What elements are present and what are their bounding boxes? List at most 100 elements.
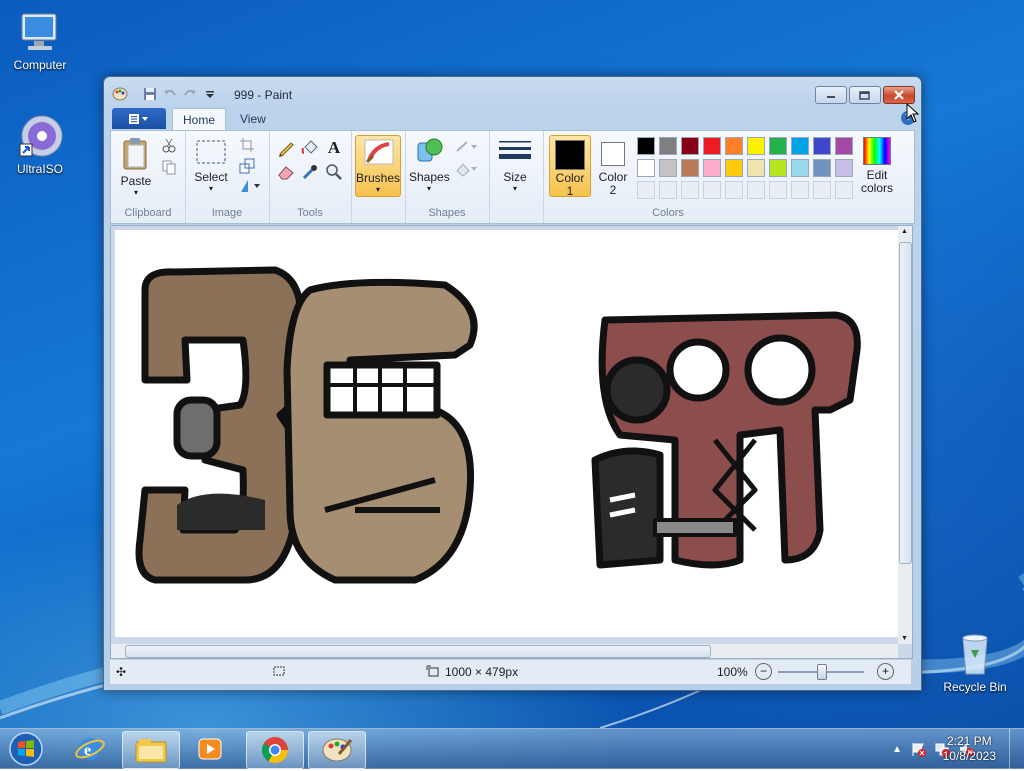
close-button[interactable]	[883, 86, 915, 104]
brushes-button[interactable]: Brushes ▾	[355, 135, 401, 197]
palette-swatch[interactable]	[725, 181, 743, 199]
palette-swatch[interactable]	[791, 137, 809, 155]
color-picker-icon[interactable]	[301, 163, 319, 181]
palette-swatch[interactable]	[769, 137, 787, 155]
desktop-icon-ultraiso[interactable]: UltraISO	[0, 112, 80, 176]
media-player-icon	[198, 738, 222, 760]
zoom-out-button[interactable]: −	[755, 663, 772, 680]
minimize-button[interactable]	[815, 86, 847, 104]
palette-swatch[interactable]	[703, 181, 721, 199]
scroll-down-arrow-icon[interactable]: ▼	[901, 635, 908, 642]
palette-swatch[interactable]	[791, 181, 809, 199]
palette-swatch[interactable]	[703, 137, 721, 155]
cut-icon[interactable]	[161, 137, 179, 155]
show-hidden-icons-icon[interactable]: ▲	[892, 744, 902, 755]
desktop-icon-label: Recycle Bin	[943, 680, 1007, 694]
palette-swatch[interactable]	[769, 181, 787, 199]
palette-swatch[interactable]	[813, 181, 831, 199]
restore-button[interactable]	[849, 86, 881, 104]
paint-menu-icon	[129, 113, 148, 124]
taskbar-media-player[interactable]	[182, 731, 238, 767]
taskbar-internet-explorer[interactable]: e	[62, 731, 118, 767]
text-tool-icon[interactable]: A	[325, 139, 343, 157]
paint-app-icon[interactable]	[112, 86, 128, 102]
selection-size-icon	[272, 665, 286, 680]
zoom-in-button[interactable]: +	[877, 663, 894, 680]
action-center-flag-icon[interactable]	[910, 741, 926, 757]
line-size-icon	[499, 141, 531, 159]
shapes-label: Shapes	[409, 170, 450, 184]
tab-view[interactable]: View	[230, 108, 276, 129]
start-button[interactable]	[4, 730, 50, 768]
color1-number: 1	[566, 184, 574, 198]
crop-icon[interactable]	[239, 137, 257, 155]
palette-swatch[interactable]	[725, 137, 743, 155]
tab-home[interactable]: Home	[172, 108, 227, 130]
palette-swatch[interactable]	[769, 159, 787, 177]
ultraiso-disc-icon	[16, 112, 64, 160]
resize-icon[interactable]	[239, 158, 257, 176]
palette-swatch[interactable]	[835, 159, 853, 177]
palette-swatch[interactable]	[659, 159, 677, 177]
image-dimensions: 1000 × 479px	[445, 665, 519, 679]
edit-colors-button[interactable]: Edit colors	[857, 135, 897, 195]
palette-swatch[interactable]	[681, 137, 699, 155]
taskbar-chrome[interactable]	[246, 731, 304, 769]
fill-icon[interactable]	[455, 161, 477, 179]
outline-icon[interactable]	[455, 139, 477, 157]
color1-button[interactable]: Color 1	[549, 135, 591, 198]
scroll-up-arrow-icon[interactable]: ▲	[901, 228, 908, 235]
desktop-icon-recycle-bin[interactable]: Recycle Bin	[935, 630, 1015, 694]
horizontal-scroll-thumb[interactable]	[125, 645, 711, 658]
eraser-icon[interactable]	[277, 163, 295, 181]
palette-swatch[interactable]	[637, 137, 655, 155]
palette-swatch[interactable]	[659, 181, 677, 199]
palette-swatch[interactable]	[659, 137, 677, 155]
paint-menu-button[interactable]	[112, 108, 166, 129]
show-desktop-button[interactable]	[1009, 729, 1024, 769]
desktop-icon-computer[interactable]: Computer	[0, 8, 80, 72]
paint-window: 999 - Paint Home View ? Paste ▾	[103, 76, 922, 691]
drawing-canvas[interactable]	[115, 230, 901, 637]
pencil-icon[interactable]	[277, 139, 295, 157]
vertical-scroll-thumb[interactable]	[899, 242, 912, 564]
magnifier-icon[interactable]	[325, 163, 343, 181]
select-button[interactable]: Select ▾	[191, 137, 231, 193]
save-icon[interactable]	[142, 86, 158, 102]
size-button[interactable]: Size ▾	[495, 137, 535, 193]
palette-swatch[interactable]	[681, 159, 699, 177]
palette-swatch[interactable]	[835, 181, 853, 199]
vertical-scrollbar[interactable]: ▲ ▼	[898, 226, 912, 644]
title-bar[interactable]: 999 - Paint	[104, 77, 921, 107]
palette-swatch[interactable]	[791, 159, 809, 177]
close-icon	[894, 90, 904, 100]
palette-swatch[interactable]	[747, 159, 765, 177]
taskbar-paint[interactable]	[308, 731, 366, 769]
fill-bucket-icon[interactable]	[301, 139, 319, 157]
paste-button[interactable]: Paste ▾	[117, 137, 155, 197]
minimize-icon	[827, 96, 835, 98]
palette-swatch[interactable]	[747, 181, 765, 199]
palette-swatch[interactable]	[725, 159, 743, 177]
palette-swatch[interactable]	[747, 137, 765, 155]
group-tools: A Tools	[269, 131, 352, 223]
palette-swatch[interactable]	[835, 137, 853, 155]
taskbar-file-explorer[interactable]	[122, 731, 180, 769]
zoom-slider-thumb[interactable]	[817, 664, 827, 680]
palette-swatch[interactable]	[681, 181, 699, 199]
palette-swatch[interactable]	[637, 181, 655, 199]
palette-swatch[interactable]	[813, 159, 831, 177]
group-colors: Color 1 Color 2 Edit colors Colors	[543, 131, 901, 223]
palette-swatch[interactable]	[637, 159, 655, 177]
rotate-icon[interactable]	[239, 178, 260, 196]
customize-qat-dropdown-icon[interactable]	[202, 86, 218, 102]
copy-icon[interactable]	[161, 159, 179, 177]
color2-button[interactable]: Color 2	[593, 135, 633, 197]
palette-swatch[interactable]	[813, 137, 831, 155]
undo-icon[interactable]	[162, 86, 178, 102]
clock[interactable]: 2:21 PM 10/8/2023	[943, 734, 996, 764]
redo-icon[interactable]	[182, 86, 198, 102]
horizontal-scrollbar[interactable]	[111, 644, 898, 658]
palette-swatch[interactable]	[703, 159, 721, 177]
shapes-button[interactable]: Shapes ▾	[409, 135, 450, 193]
